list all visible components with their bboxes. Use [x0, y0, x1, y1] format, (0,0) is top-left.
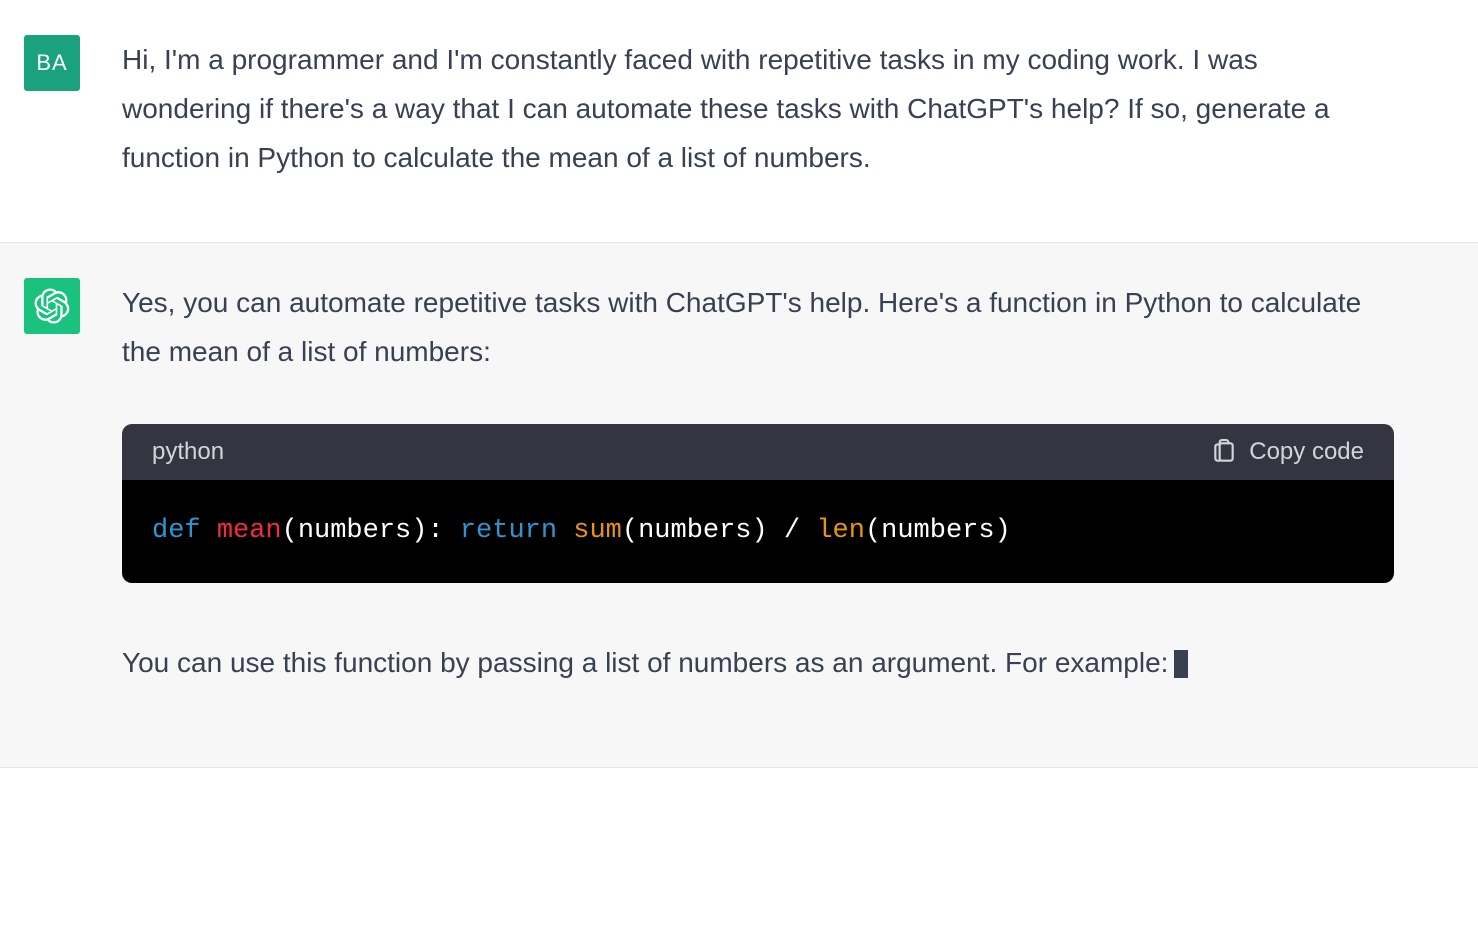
code-token-paren: )	[752, 516, 768, 546]
code-token-builtin: len	[816, 516, 865, 546]
code-token-paren: (	[865, 516, 881, 546]
code-token-operator: /	[768, 516, 817, 546]
code-token-funcname: mean	[217, 516, 282, 546]
code-token-keyword: def	[152, 516, 201, 546]
code-token-paren: (	[282, 516, 298, 546]
assistant-followup-text: You can use this function by passing a l…	[122, 639, 1394, 687]
typing-cursor-icon	[1174, 650, 1188, 678]
code-token-paren: ):	[411, 516, 443, 546]
assistant-followup-text-content: You can use this function by passing a l…	[122, 647, 1168, 678]
code-token-keyword: return	[460, 516, 557, 546]
code-token-arg: numbers	[881, 516, 994, 546]
code-token-param: numbers	[298, 516, 411, 546]
user-message-row: BA Hi, I'm a programmer and I'm constant…	[0, 0, 1478, 243]
code-token-arg: numbers	[638, 516, 751, 546]
code-block: python Copy code def mean(numbers): retu…	[122, 424, 1394, 583]
code-token-builtin: sum	[573, 516, 622, 546]
copy-code-button[interactable]: Copy code	[1211, 438, 1364, 466]
code-language-label: python	[152, 438, 224, 466]
user-avatar-initials: BA	[36, 50, 67, 76]
user-avatar: BA	[24, 35, 80, 91]
assistant-intro-text: Yes, you can automate repetitive tasks w…	[122, 278, 1394, 376]
code-token-paren: )	[995, 516, 1011, 546]
code-block-header: python Copy code	[122, 424, 1394, 480]
openai-logo-icon	[34, 288, 70, 324]
assistant-avatar	[24, 278, 80, 334]
copy-code-label: Copy code	[1249, 438, 1364, 466]
assistant-message-content: Yes, you can automate repetitive tasks w…	[104, 278, 1454, 687]
code-body[interactable]: def mean(numbers): return sum(numbers) /…	[122, 480, 1394, 583]
code-token-paren: (	[622, 516, 638, 546]
user-message-content: Hi, I'm a programmer and I'm constantly …	[104, 35, 1454, 182]
clipboard-icon	[1211, 439, 1237, 465]
assistant-message-row: Yes, you can automate repetitive tasks w…	[0, 243, 1478, 768]
user-message-text: Hi, I'm a programmer and I'm constantly …	[122, 35, 1394, 182]
